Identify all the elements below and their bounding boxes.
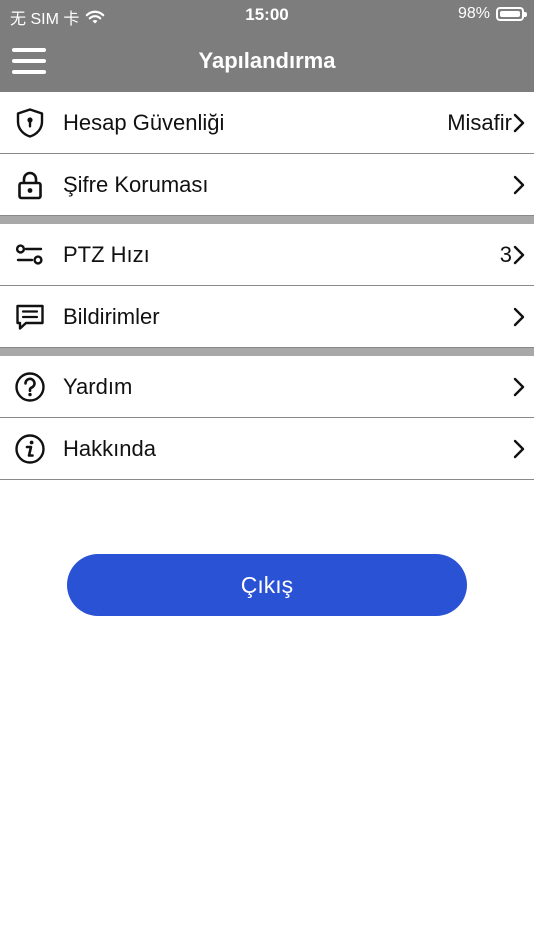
row-label: PTZ Hızı bbox=[63, 241, 150, 267]
settings-row-ptz-speed[interactable]: PTZ Hızı 3 bbox=[0, 224, 534, 286]
status-time: 15:00 bbox=[245, 5, 289, 24]
row-value: Misafir bbox=[447, 109, 512, 135]
info-circle-icon bbox=[15, 433, 45, 464]
settings-row-account-security[interactable]: Hesap Güvenliği Misafir bbox=[0, 92, 534, 154]
top-bar: 无 SIM 卡 15:00 98% Yapılandırma bbox=[0, 0, 534, 92]
section-divider bbox=[0, 348, 534, 356]
row-label: Yardım bbox=[63, 373, 133, 399]
battery-fill bbox=[500, 11, 520, 17]
logout-button[interactable]: Çıkış bbox=[67, 554, 467, 616]
chevron-right-icon bbox=[513, 307, 525, 326]
chevron-right-icon bbox=[513, 113, 525, 132]
battery-icon bbox=[496, 7, 527, 21]
status-right: 98% bbox=[457, 5, 527, 23]
settings-row-about[interactable]: Hakkında bbox=[0, 418, 534, 480]
settings-row-help[interactable]: Yardım bbox=[0, 356, 534, 418]
page-title: Yapılandırma bbox=[198, 48, 336, 73]
lock-icon bbox=[18, 171, 42, 199]
chevron-right-icon bbox=[513, 439, 525, 458]
status-bar: 无 SIM 卡 15:00 98% bbox=[0, 0, 534, 30]
settings-row-password-protection[interactable]: Şifre Koruması bbox=[0, 154, 534, 216]
battery-percent: 98% bbox=[457, 5, 490, 22]
chevron-right-icon bbox=[513, 377, 525, 396]
row-label: Hakkında bbox=[63, 435, 156, 461]
shield-keyhole-icon bbox=[16, 107, 44, 138]
settings-list: Hesap Güvenliği Misafir Şifre Koruması P… bbox=[0, 92, 534, 480]
nav-bar: Yapılandırma bbox=[0, 30, 534, 92]
question-circle-icon bbox=[15, 371, 45, 402]
chevron-right-icon bbox=[513, 245, 525, 264]
chevron-right-icon bbox=[513, 175, 525, 194]
sliders-icon bbox=[15, 243, 43, 265]
message-icon bbox=[16, 304, 44, 330]
section-divider bbox=[0, 216, 534, 224]
row-label: Şifre Koruması bbox=[63, 171, 209, 197]
row-value: 3 bbox=[499, 241, 512, 267]
settings-row-notifications[interactable]: Bildirimler bbox=[0, 286, 534, 348]
row-label: Bildirimler bbox=[63, 303, 160, 329]
row-label: Hesap Güvenliği bbox=[63, 109, 225, 135]
